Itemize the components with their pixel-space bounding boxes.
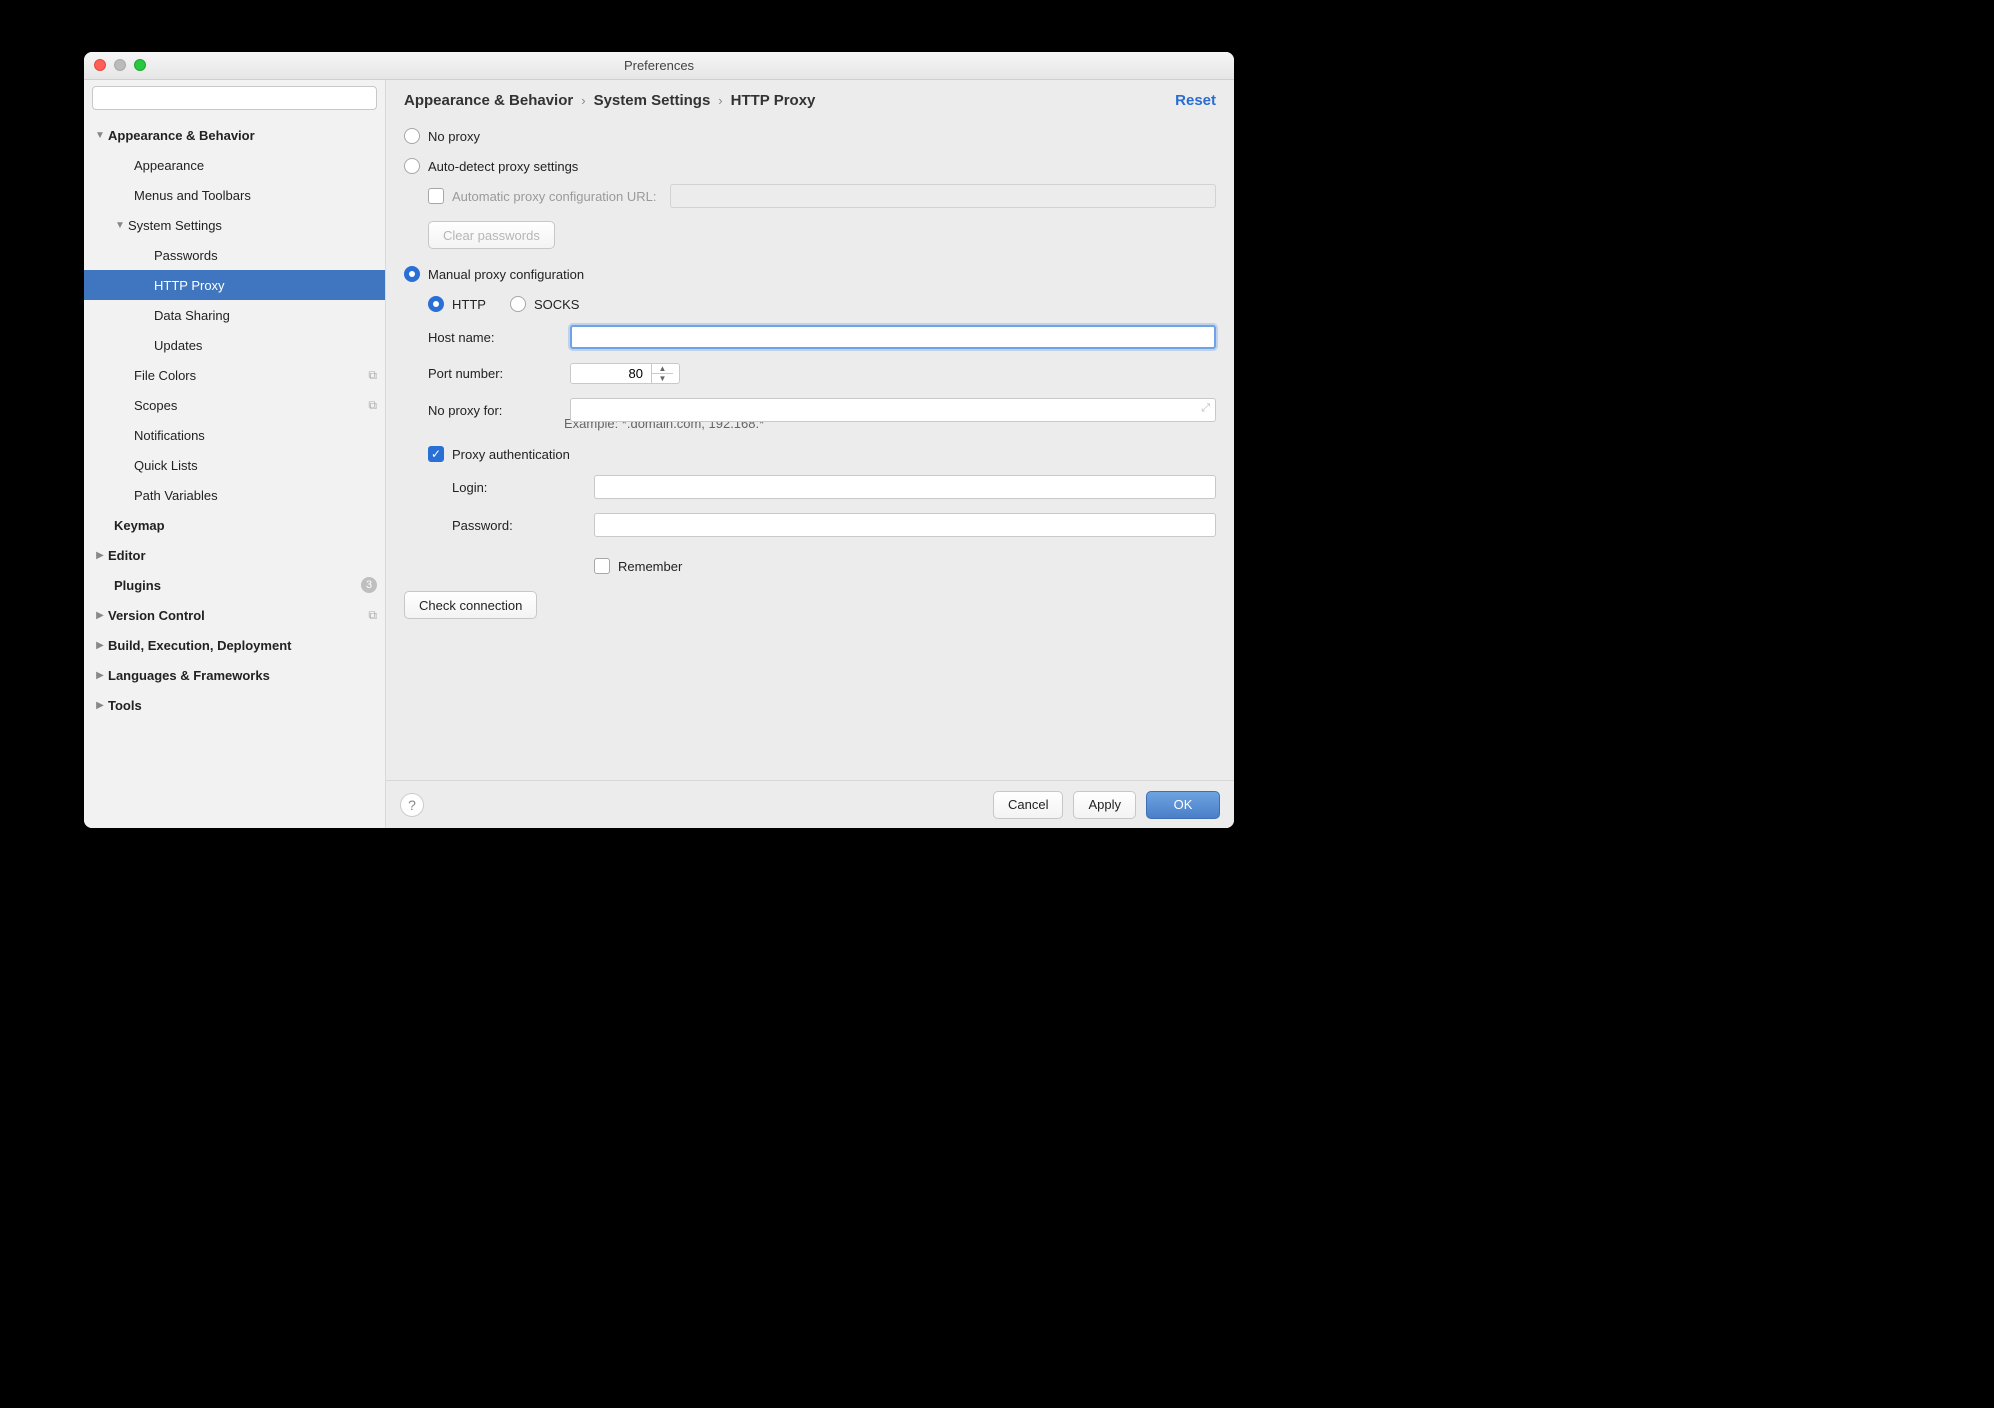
host-label: Host name: <box>428 330 558 345</box>
password-label: Password: <box>452 518 582 533</box>
radio-no-proxy[interactable] <box>404 128 420 144</box>
port-label: Port number: <box>428 366 558 381</box>
checkbox-proxy-auth[interactable] <box>428 446 444 462</box>
main-panel: Appearance & Behavior › System Settings … <box>386 80 1234 828</box>
tree-item-quick-lists[interactable]: Quick Lists <box>84 450 385 480</box>
radio-auto-detect-label: Auto-detect proxy settings <box>428 159 578 174</box>
tree-item-scopes[interactable]: Scopes⧉ <box>84 390 385 420</box>
breadcrumb-a: Appearance & Behavior <box>404 92 573 109</box>
stepper-down-icon[interactable]: ▼ <box>652 374 673 383</box>
tree-item-system-settings[interactable]: ▼System Settings <box>84 210 385 240</box>
titlebar: Preferences <box>84 52 1234 80</box>
minimize-icon[interactable] <box>114 59 126 71</box>
window-controls <box>94 59 146 71</box>
radio-auto-detect[interactable] <box>404 158 420 174</box>
cancel-button[interactable]: Cancel <box>993 791 1063 819</box>
tree-item-appearance[interactable]: Appearance <box>84 150 385 180</box>
tree-item-build[interactable]: ▶Build, Execution, Deployment <box>84 630 385 660</box>
port-stepper[interactable]: ▲ ▼ <box>570 363 680 384</box>
login-input[interactable] <box>594 475 1216 499</box>
radio-manual-label: Manual proxy configuration <box>428 267 584 282</box>
zoom-icon[interactable] <box>134 59 146 71</box>
radio-manual[interactable] <box>404 266 420 282</box>
tree-item-updates[interactable]: Updates <box>84 330 385 360</box>
ok-button[interactable]: OK <box>1146 791 1220 819</box>
preferences-window: Preferences ▼Appearance & Behavior Appea… <box>84 52 1234 828</box>
sidebar: ▼Appearance & Behavior Appearance Menus … <box>84 80 386 828</box>
noproxy-label: No proxy for: <box>428 403 558 418</box>
port-input[interactable] <box>571 364 651 383</box>
tree-item-editor[interactable]: ▶Editor <box>84 540 385 570</box>
tree-item-passwords[interactable]: Passwords <box>84 240 385 270</box>
auto-url-label: Automatic proxy configuration URL: <box>452 189 656 204</box>
dialog-footer: ? Cancel Apply OK <box>386 780 1234 828</box>
copy-icon: ⧉ <box>368 608 377 623</box>
auto-url-input <box>670 184 1216 208</box>
remember-label: Remember <box>618 559 682 574</box>
help-button[interactable]: ? <box>400 793 424 817</box>
radio-socks[interactable] <box>510 296 526 312</box>
reset-link[interactable]: Reset <box>1175 92 1216 109</box>
host-input[interactable] <box>570 325 1216 349</box>
tree-item-file-colors[interactable]: File Colors⧉ <box>84 360 385 390</box>
password-input[interactable] <box>594 513 1216 537</box>
proxy-auth-label: Proxy authentication <box>452 447 570 462</box>
tree-item-menus-toolbars[interactable]: Menus and Toolbars <box>84 180 385 210</box>
tree-item-version-control[interactable]: ▶Version Control⧉ <box>84 600 385 630</box>
tree-item-keymap[interactable]: Keymap <box>84 510 385 540</box>
proxy-settings: No proxy Auto-detect proxy settings Auto… <box>386 117 1234 780</box>
apply-button[interactable]: Apply <box>1073 791 1136 819</box>
breadcrumb: Appearance & Behavior › System Settings … <box>386 80 1234 117</box>
tree-item-http-proxy[interactable]: HTTP Proxy <box>84 270 385 300</box>
radio-http[interactable] <box>428 296 444 312</box>
clear-passwords-button: Clear passwords <box>428 221 555 249</box>
stepper-up-icon[interactable]: ▲ <box>652 364 673 374</box>
radio-socks-label: SOCKS <box>534 297 580 312</box>
checkbox-remember[interactable] <box>594 558 610 574</box>
close-icon[interactable] <box>94 59 106 71</box>
chevron-right-icon: › <box>573 93 593 108</box>
plugins-badge: 3 <box>361 577 377 593</box>
radio-no-proxy-label: No proxy <box>428 129 480 144</box>
tree-item-tools[interactable]: ▶Tools <box>84 690 385 720</box>
copy-icon: ⧉ <box>368 398 377 413</box>
check-connection-button[interactable]: Check connection <box>404 591 537 619</box>
tree-item-appearance-behavior[interactable]: ▼Appearance & Behavior <box>84 120 385 150</box>
tree-item-notifications[interactable]: Notifications <box>84 420 385 450</box>
copy-icon: ⧉ <box>368 368 377 383</box>
breadcrumb-c: HTTP Proxy <box>731 92 816 109</box>
tree-item-plugins[interactable]: Plugins3 <box>84 570 385 600</box>
search-input[interactable] <box>92 86 377 110</box>
noproxy-input[interactable] <box>570 398 1216 422</box>
login-label: Login: <box>452 480 582 495</box>
checkbox-auto-url <box>428 188 444 204</box>
radio-http-label: HTTP <box>452 297 486 312</box>
breadcrumb-b: System Settings <box>594 92 711 109</box>
settings-tree[interactable]: ▼Appearance & Behavior Appearance Menus … <box>84 116 385 828</box>
chevron-right-icon: › <box>710 93 730 108</box>
tree-item-path-variables[interactable]: Path Variables <box>84 480 385 510</box>
tree-item-data-sharing[interactable]: Data Sharing <box>84 300 385 330</box>
window-title: Preferences <box>624 58 694 73</box>
tree-item-languages[interactable]: ▶Languages & Frameworks <box>84 660 385 690</box>
